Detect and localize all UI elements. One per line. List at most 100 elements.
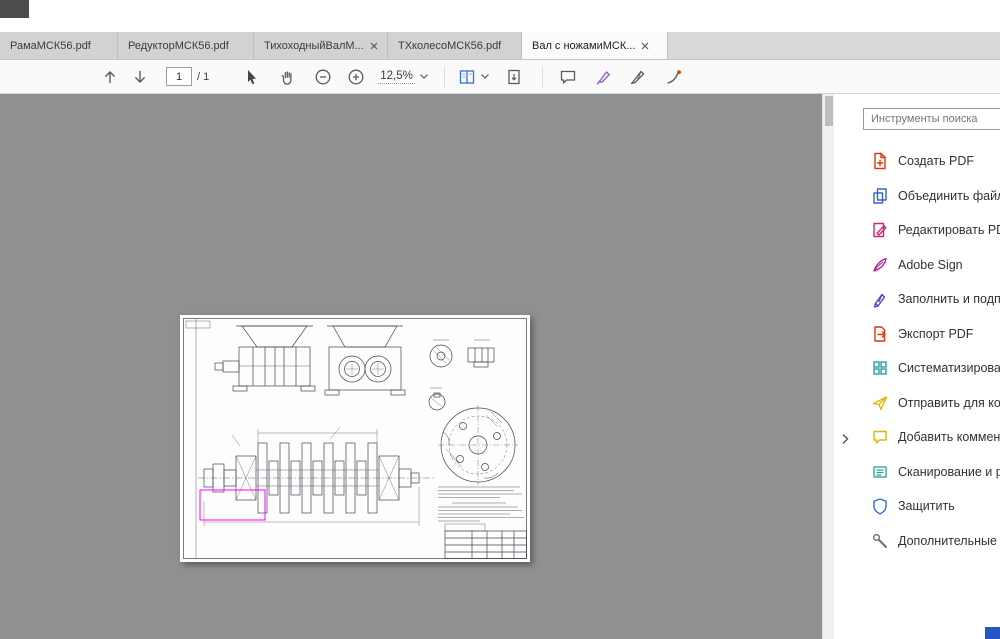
tab-label: ТихоходныйВалМ... <box>264 40 364 52</box>
scan-ocr-icon <box>871 463 889 481</box>
caret-down-icon <box>420 74 428 79</box>
combine-files-icon <box>871 187 889 205</box>
tool-label: Заполнить и подпис <box>898 292 1000 306</box>
page-down-button[interactable] <box>130 64 150 90</box>
annotation-highlight <box>200 490 265 520</box>
tools-panel: Создать PDF Объединить файлы Редактирова… <box>858 94 1000 639</box>
tool-organize-pages[interactable]: Систематизировать <box>858 351 1000 386</box>
sign-tool-button[interactable] <box>628 64 648 90</box>
caret-down-icon <box>481 74 489 79</box>
toolbar-separator <box>542 67 543 87</box>
hand-tool-button[interactable] <box>277 64 297 90</box>
highlight-tool-button[interactable] <box>594 64 614 90</box>
tool-label: Дополнительные ин <box>898 534 1000 548</box>
main-toolbar: / 1 12,5% <box>0 60 1000 94</box>
ink-signature-icon <box>665 68 683 86</box>
fill-sign-tool-button[interactable] <box>664 64 684 90</box>
tab-label: РедукторМСК56.pdf <box>128 40 229 52</box>
tool-more-tools[interactable]: Дополнительные ин <box>858 524 1000 559</box>
select-tool-button[interactable] <box>241 64 261 90</box>
engineering-drawing <box>180 315 530 562</box>
tool-export-pdf[interactable]: Экспорт PDF <box>858 317 1000 352</box>
tab-label: Вал с ножамиМСК... <box>532 40 635 52</box>
protect-icon <box>871 497 889 515</box>
document-canvas[interactable] <box>0 94 822 639</box>
page-up-button[interactable] <box>100 64 120 90</box>
panel-collapse-button[interactable] <box>837 428 853 450</box>
tab-label: РамаМСК56.pdf <box>10 40 91 52</box>
shaft-assembly-section <box>198 427 436 526</box>
arrow-up-icon <box>101 68 119 86</box>
more-tools-icon <box>871 532 889 550</box>
section-views <box>429 340 494 410</box>
page-number-input[interactable] <box>166 67 192 86</box>
tool-label: Экспорт PDF <box>898 327 973 341</box>
create-pdf-icon <box>871 152 889 170</box>
tool-fill-and-sign[interactable]: Заполнить и подпис <box>858 282 1000 317</box>
tool-adobe-sign[interactable]: Adobe Sign <box>858 248 1000 283</box>
page-count-label: / 1 <box>197 71 209 83</box>
tools-list: Создать PDF Объединить файлы Редактирова… <box>858 144 1000 558</box>
tab-val-s-nozhami[interactable]: Вал с ножамиМСК... <box>522 32 668 59</box>
cutter-disc-view <box>438 405 518 485</box>
adobe-sign-icon <box>871 256 889 274</box>
taskbar-accent <box>985 627 1000 639</box>
tab-label: ТХколесоМСК56.pdf <box>398 40 501 52</box>
scrollbar-thumb[interactable] <box>825 96 833 126</box>
side-view <box>325 326 405 395</box>
close-icon[interactable] <box>641 42 649 50</box>
scrolling-mode-button[interactable] <box>504 64 524 90</box>
comment-icon <box>559 68 577 86</box>
pen-icon <box>629 68 647 86</box>
tab-reduktormsk56[interactable]: РедукторМСК56.pdf <box>118 32 254 59</box>
scrolling-page-icon <box>505 68 523 86</box>
tab-thkolesomsk56[interactable]: ТХколесоМСК56.pdf <box>388 32 522 59</box>
pdf-page[interactable] <box>180 315 530 562</box>
comment-tool-button[interactable] <box>558 64 578 90</box>
tool-edit-pdf[interactable]: Редактировать PDF <box>858 213 1000 248</box>
tool-combine-files[interactable]: Объединить файлы <box>858 179 1000 214</box>
arrow-down-icon <box>131 68 149 86</box>
edit-pdf-icon <box>871 221 889 239</box>
front-view <box>215 326 315 391</box>
export-pdf-icon <box>871 325 889 343</box>
organize-pages-icon <box>871 359 889 377</box>
tool-label: Отправить для ком <box>898 396 1000 410</box>
toolbar-separator <box>444 67 445 87</box>
add-comment-icon <box>871 428 889 446</box>
tool-label: Защитить <box>898 499 955 513</box>
tool-protect[interactable]: Защитить <box>858 489 1000 524</box>
send-comments-icon <box>871 394 889 412</box>
zoom-in-button[interactable] <box>346 64 366 90</box>
tool-scan-ocr[interactable]: Сканирование и рас <box>858 455 1000 490</box>
highlighter-icon <box>595 68 613 86</box>
document-tab-bar: РамаМСК56.pdf РедукторМСК56.pdf Тихоходн… <box>0 32 1000 60</box>
technical-requirements-text <box>438 487 524 521</box>
zoom-out-button[interactable] <box>313 64 333 90</box>
title-block <box>445 524 527 559</box>
tool-label: Систематизировать <box>898 361 1000 375</box>
tab-tihohodnyvalm[interactable]: ТихоходныйВалМ... <box>254 32 388 59</box>
zoom-level-dropdown[interactable]: 12,5% <box>378 69 428 84</box>
tools-search-input[interactable] <box>863 108 1000 130</box>
corner-stamp <box>186 321 210 328</box>
window-corner-fragment <box>0 0 29 18</box>
minus-circle-icon <box>314 68 332 86</box>
tool-label: Добавить коммента <box>898 430 1000 444</box>
chevron-right-icon <box>841 433 849 445</box>
tool-label: Adobe Sign <box>898 258 963 272</box>
tool-label: Редактировать PDF <box>898 223 1000 237</box>
tool-label: Создать PDF <box>898 154 974 168</box>
vertical-scrollbar[interactable] <box>822 94 834 639</box>
tool-create-pdf[interactable]: Создать PDF <box>858 144 1000 179</box>
tool-send-for-comments[interactable]: Отправить для ком <box>858 386 1000 421</box>
cursor-icon <box>242 68 260 86</box>
tool-label: Объединить файлы <box>898 189 1000 203</box>
page-display-dropdown[interactable] <box>458 68 489 86</box>
tab-ramamsk56[interactable]: РамаМСК56.pdf <box>0 32 118 59</box>
plus-circle-icon <box>347 68 365 86</box>
tool-add-comment[interactable]: Добавить коммента <box>858 420 1000 455</box>
acrobat-window: РамаМСК56.pdf РедукторМСК56.pdf Тихоходн… <box>0 0 1000 639</box>
close-icon[interactable] <box>370 42 378 50</box>
fill-sign-icon <box>871 290 889 308</box>
